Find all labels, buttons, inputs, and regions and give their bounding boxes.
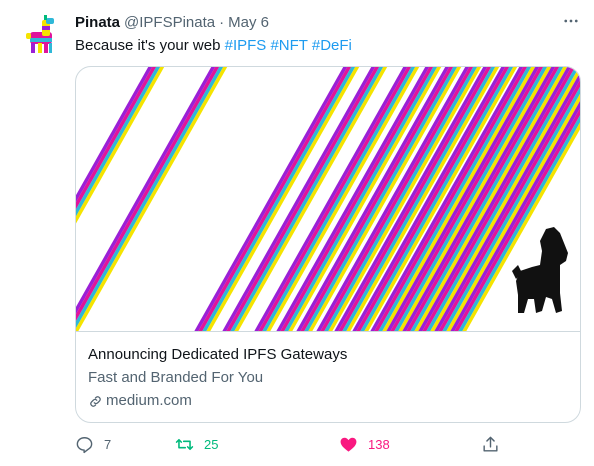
author-name[interactable]: Pinata [75,14,120,31]
retweet-icon [175,438,194,450]
tweet[interactable]: Pinata @IPFSPinata · May 6 Because it's … [0,0,594,466]
tweet-header: Pinata @IPFSPinata · May 6 [75,12,269,32]
card-domain: medium.com [88,391,568,411]
retweet-count: 25 [204,436,219,452]
link-card[interactable]: Announcing Dedicated IPFS Gateways Fast … [75,66,581,423]
reply-count: 7 [104,436,112,452]
share-button[interactable] [481,432,500,456]
llama-silhouette [512,227,568,313]
avatar[interactable] [16,12,64,60]
action-bar: 7 25 138 [75,432,505,456]
more-horizontal-icon [564,19,578,23]
like-count: 138 [368,436,390,452]
like-button[interactable]: 138 [339,432,390,456]
tweet-text-body: Because it's your web [75,37,225,54]
card-image [76,67,580,332]
share-icon [483,436,498,452]
hashtag-nft[interactable]: #NFT [270,37,307,54]
card-domain-text: medium.com [106,392,192,409]
card-body: Announcing Dedicated IPFS Gateways Fast … [76,333,580,422]
separator: · [219,13,225,31]
link-icon [90,395,101,407]
stripe [76,67,228,331]
more-options-button[interactable] [560,10,582,32]
hashtag-defi[interactable]: #DeFi [312,37,352,54]
card-description: Fast and Branded For You [88,369,264,386]
tweet-date[interactable]: May 6 [228,14,269,31]
hashtag-ipfs[interactable]: #IPFS [225,37,267,54]
rainbow-stripes-graphic [76,67,580,331]
retweet-button[interactable]: 25 [175,432,218,456]
pinata-llama-logo [26,15,54,53]
author-handle[interactable]: @IPFSPinata [124,14,215,31]
card-title: Announcing Dedicated IPFS Gateways [88,346,348,363]
tweet-text: Because it's your web #IPFS #NFT #DeFi [75,36,352,56]
reply-button[interactable]: 7 [75,432,111,456]
reply-icon [76,436,93,453]
heart-filled-icon [340,437,357,452]
